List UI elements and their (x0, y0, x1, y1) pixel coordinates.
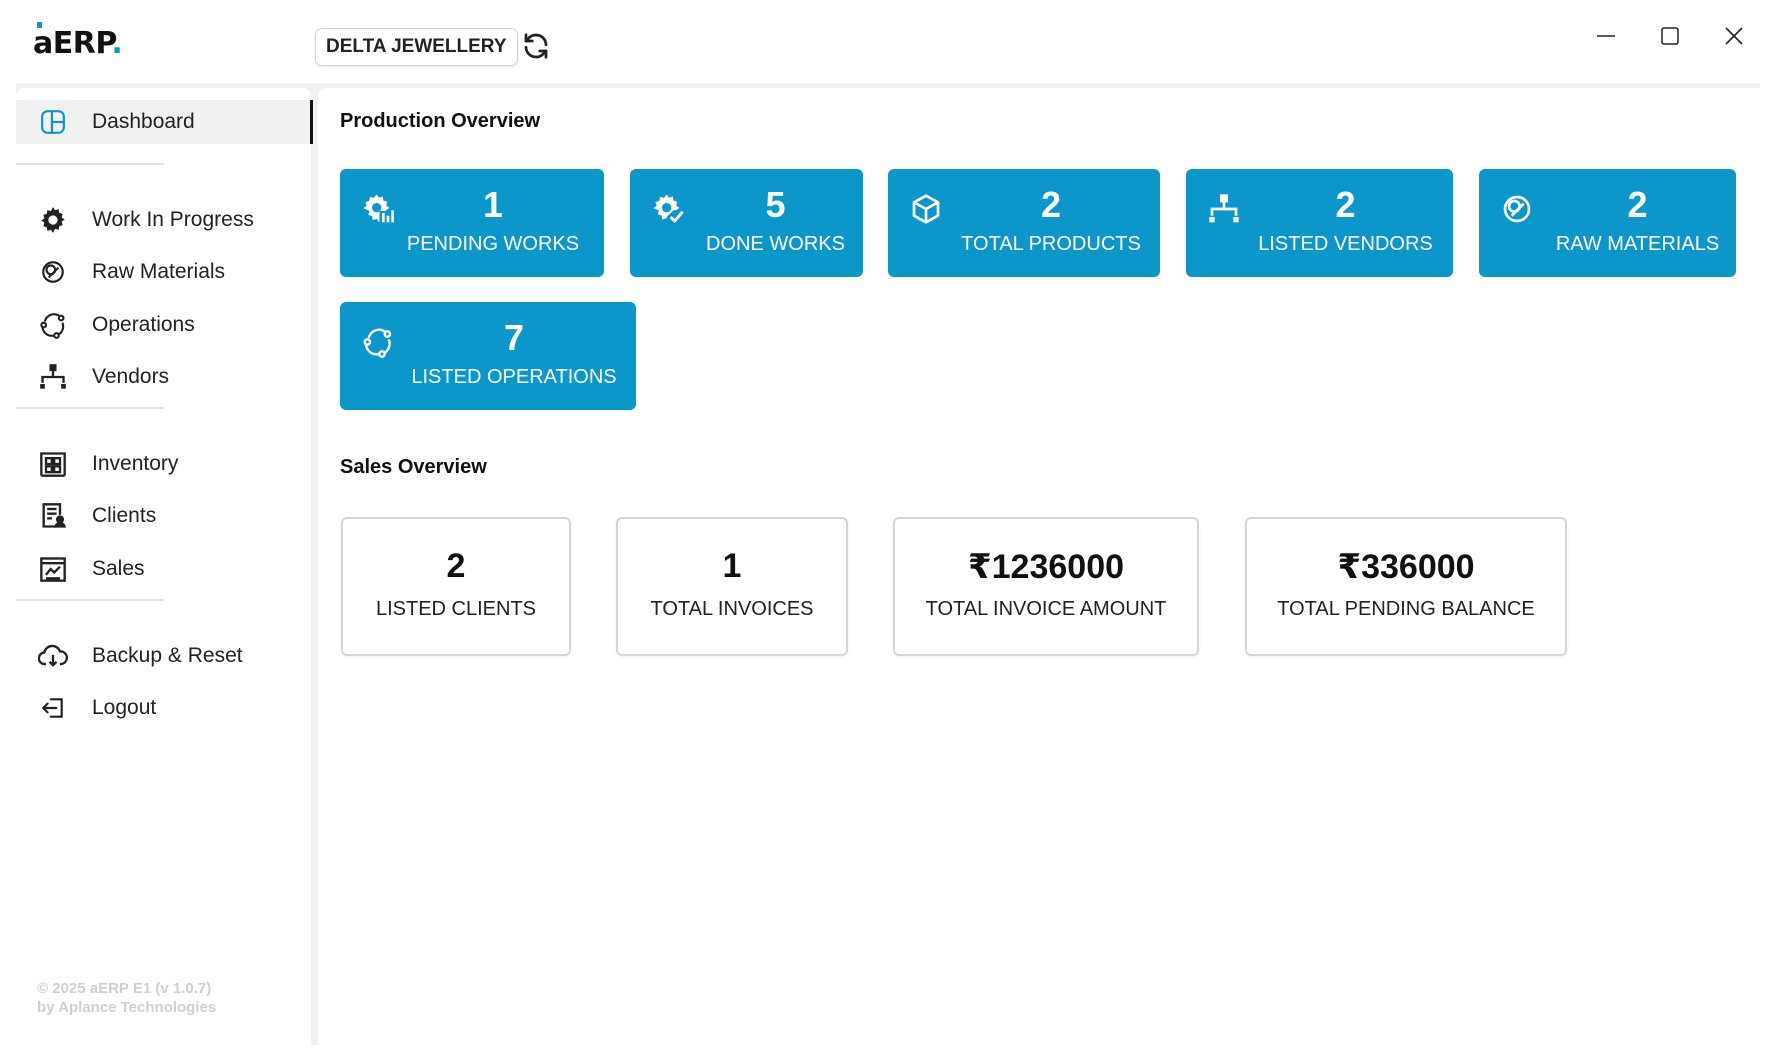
cloud-icon (38, 641, 68, 671)
sidebar-item-vendors[interactable]: Vendors (16, 355, 311, 399)
vendors-icon (38, 362, 68, 392)
sidebar: Dashboard Work In Progress Raw Materials… (16, 88, 313, 1045)
total-invoice-amount-card[interactable]: ₹1236000 TOTAL INVOICE AMOUNT (893, 517, 1199, 656)
sales-icon (38, 554, 68, 584)
maximize-button[interactable] (1652, 20, 1688, 52)
inventory-icon (38, 449, 68, 479)
total-invoices-card[interactable]: 1 TOTAL INVOICES (616, 517, 848, 656)
sidebar-item-raw-materials[interactable]: Raw Materials (16, 250, 311, 294)
sidebar-divider (16, 407, 164, 409)
sidebar-item-inventory[interactable]: Inventory (16, 442, 311, 486)
sidebar-item-dashboard[interactable]: Dashboard (16, 100, 313, 144)
minimize-button[interactable] (1588, 20, 1624, 52)
sidebar-item-label: Vendors (92, 365, 170, 388)
operations-icon (38, 310, 68, 340)
clients-icon (38, 501, 68, 531)
listed-operations-card[interactable]: 7 LISTED OPERATIONS (340, 302, 636, 410)
sidebar-item-label: Dashboard (92, 110, 195, 133)
sidebar-item-logout[interactable]: Logout (16, 686, 311, 730)
raw-materials-icon (38, 257, 68, 287)
sidebar-item-label: Clients (92, 504, 157, 527)
sidebar-item-label: Sales (92, 557, 145, 580)
sales-overview-title: Sales Overview (340, 456, 487, 478)
raw-materials-card[interactable]: 2 RAW MATERIALS (1479, 169, 1736, 277)
sidebar-item-label: Work In Progress (92, 208, 254, 231)
done-works-card[interactable]: 5 DONE WORKS (630, 169, 863, 277)
sidebar-item-sales[interactable]: Sales (16, 547, 311, 591)
sidebar-item-work-in-progress[interactable]: Work In Progress (16, 198, 311, 242)
sidebar-divider (16, 599, 164, 601)
production-overview-title: Production Overview (340, 110, 541, 132)
title-bar: aERP. DELTA JEWELLERY (0, 0, 1768, 82)
logout-icon (38, 693, 68, 723)
close-button[interactable] (1716, 20, 1752, 52)
copyright-text: © 2025 aERP E1 (v 1.0.7) by Aplance Tech… (37, 980, 217, 1016)
app-logo: aERP. (33, 22, 123, 61)
sidebar-item-label: Operations (92, 313, 195, 336)
sidebar-item-operations[interactable]: Operations (16, 303, 311, 347)
listed-vendors-card[interactable]: 2 LISTED VENDORS (1186, 169, 1453, 277)
gear-icon (38, 205, 68, 235)
total-products-card[interactable]: 2 TOTAL PRODUCTS (888, 169, 1160, 277)
company-selector[interactable]: DELTA JEWELLERY (315, 28, 518, 66)
total-pending-balance-card[interactable]: ₹336000 TOTAL PENDING BALANCE (1245, 517, 1567, 656)
sidebar-item-label: Raw Materials (92, 260, 226, 283)
listed-clients-card[interactable]: 2 LISTED CLIENTS (341, 517, 571, 656)
dashboard-icon (38, 107, 68, 137)
sidebar-item-backup-reset[interactable]: Backup & Reset (16, 634, 311, 678)
sidebar-divider (16, 163, 164, 165)
sidebar-item-label: Backup & Reset (92, 644, 243, 667)
sidebar-item-label: Inventory (92, 452, 179, 475)
pending-works-card[interactable]: 1 PENDING WORKS (340, 169, 604, 277)
sidebar-item-clients[interactable]: Clients (16, 494, 311, 538)
refresh-icon[interactable] (521, 31, 551, 61)
sidebar-item-label: Logout (92, 696, 157, 719)
